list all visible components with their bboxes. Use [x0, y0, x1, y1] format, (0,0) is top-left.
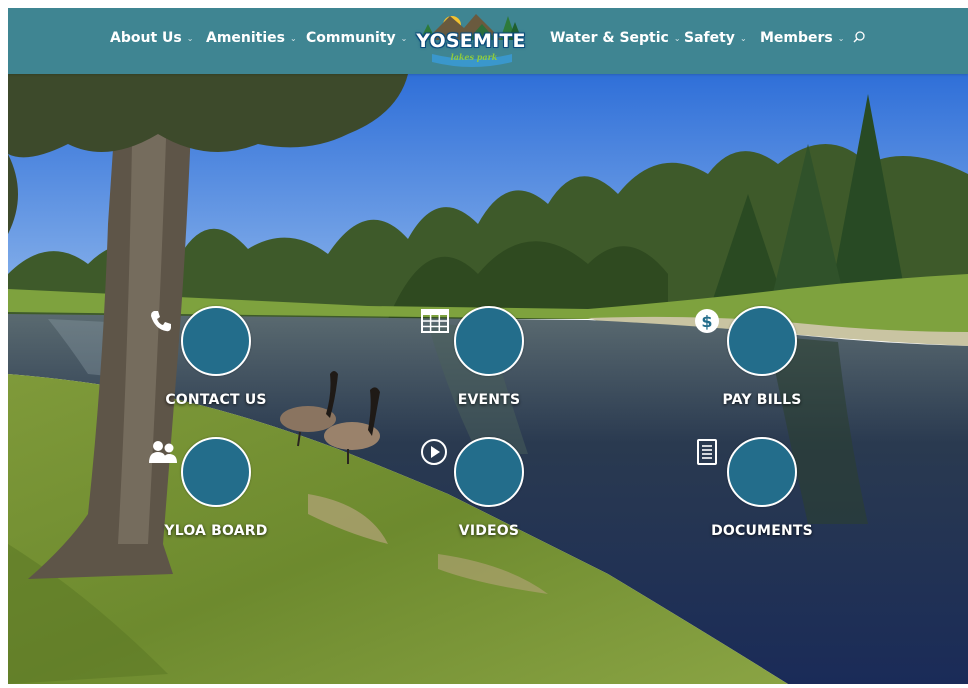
tile-yloa-board[interactable]: YLOA BOARD	[146, 437, 286, 539]
tile-label: VIDEOS	[458, 523, 520, 539]
chevron-down-icon: ⌄	[673, 33, 681, 43]
nav-community[interactable]: Community ⌄	[306, 26, 407, 50]
chevron-down-icon: ⌄	[837, 33, 845, 43]
tile-label: CONTACT US	[165, 392, 267, 408]
nav-safety[interactable]: Safety ⌄	[684, 26, 747, 50]
nav-about-us[interactable]: About Us ⌄	[110, 26, 193, 50]
tile-label: YLOA BOARD	[164, 523, 268, 539]
nav-label: Water & Septic	[550, 30, 669, 46]
search-icon[interactable]	[851, 29, 867, 45]
chevron-down-icon: ⌄	[739, 33, 747, 43]
chevron-down-icon: ⌄	[290, 33, 297, 43]
calendar-icon	[421, 309, 449, 333]
chevron-down-icon: ⌄	[186, 33, 194, 43]
people-icon	[149, 441, 177, 463]
tile-label: EVENTS	[457, 392, 521, 408]
nav-members[interactable]: Members ⌄	[760, 26, 844, 50]
tile-icon-circle	[421, 437, 524, 507]
dollar-icon: $	[695, 309, 719, 333]
nav-label: Members	[760, 30, 833, 46]
phone-icon	[151, 311, 171, 332]
nav-amenities[interactable]: Amenities ⌄	[206, 26, 297, 50]
tile-icon-circle: $	[695, 306, 797, 376]
tile-icon-circle	[697, 437, 797, 507]
nav-label: Community	[306, 30, 396, 46]
nav-label: Safety	[684, 30, 735, 46]
document-icon	[697, 439, 717, 465]
tile-documents[interactable]: DOCUMENTS	[692, 437, 832, 539]
site-logo[interactable]: YOSEMITE lakes park	[412, 10, 530, 72]
chevron-down-icon: ⌄	[400, 33, 408, 43]
logo-title: YOSEMITE	[416, 30, 526, 52]
nav-label: About Us	[110, 30, 182, 46]
tile-label: PAY BILLS	[722, 392, 802, 408]
tile-label: DOCUMENTS	[711, 523, 813, 539]
tile-pay-bills[interactable]: $ PAY BILLS	[692, 306, 832, 408]
nav-label: Amenities	[206, 30, 286, 46]
tile-videos[interactable]: VIDEOS	[419, 437, 559, 539]
tile-contact-us[interactable]: CONTACT US	[146, 306, 286, 408]
logo-subtitle: lakes park	[450, 52, 498, 62]
tile-icon-circle	[149, 437, 251, 507]
site-header: About Us ⌄ Amenities ⌄ Community ⌄ YOSEMITE…	[8, 8, 968, 74]
svg-text:$: $	[701, 312, 712, 331]
tile-events[interactable]: EVENTS	[419, 306, 559, 408]
play-icon	[421, 439, 447, 465]
hero-background: CONTACT US EVENTS $ PAY BILLS YLOA BOARD…	[8, 74, 968, 684]
tile-icon-circle	[151, 306, 251, 376]
tile-icon-circle	[421, 306, 524, 376]
nav-water-septic[interactable]: Water & Septic ⌄	[550, 26, 681, 50]
page-frame: About Us ⌄ Amenities ⌄ Community ⌄ YOSEMITE…	[8, 8, 968, 684]
